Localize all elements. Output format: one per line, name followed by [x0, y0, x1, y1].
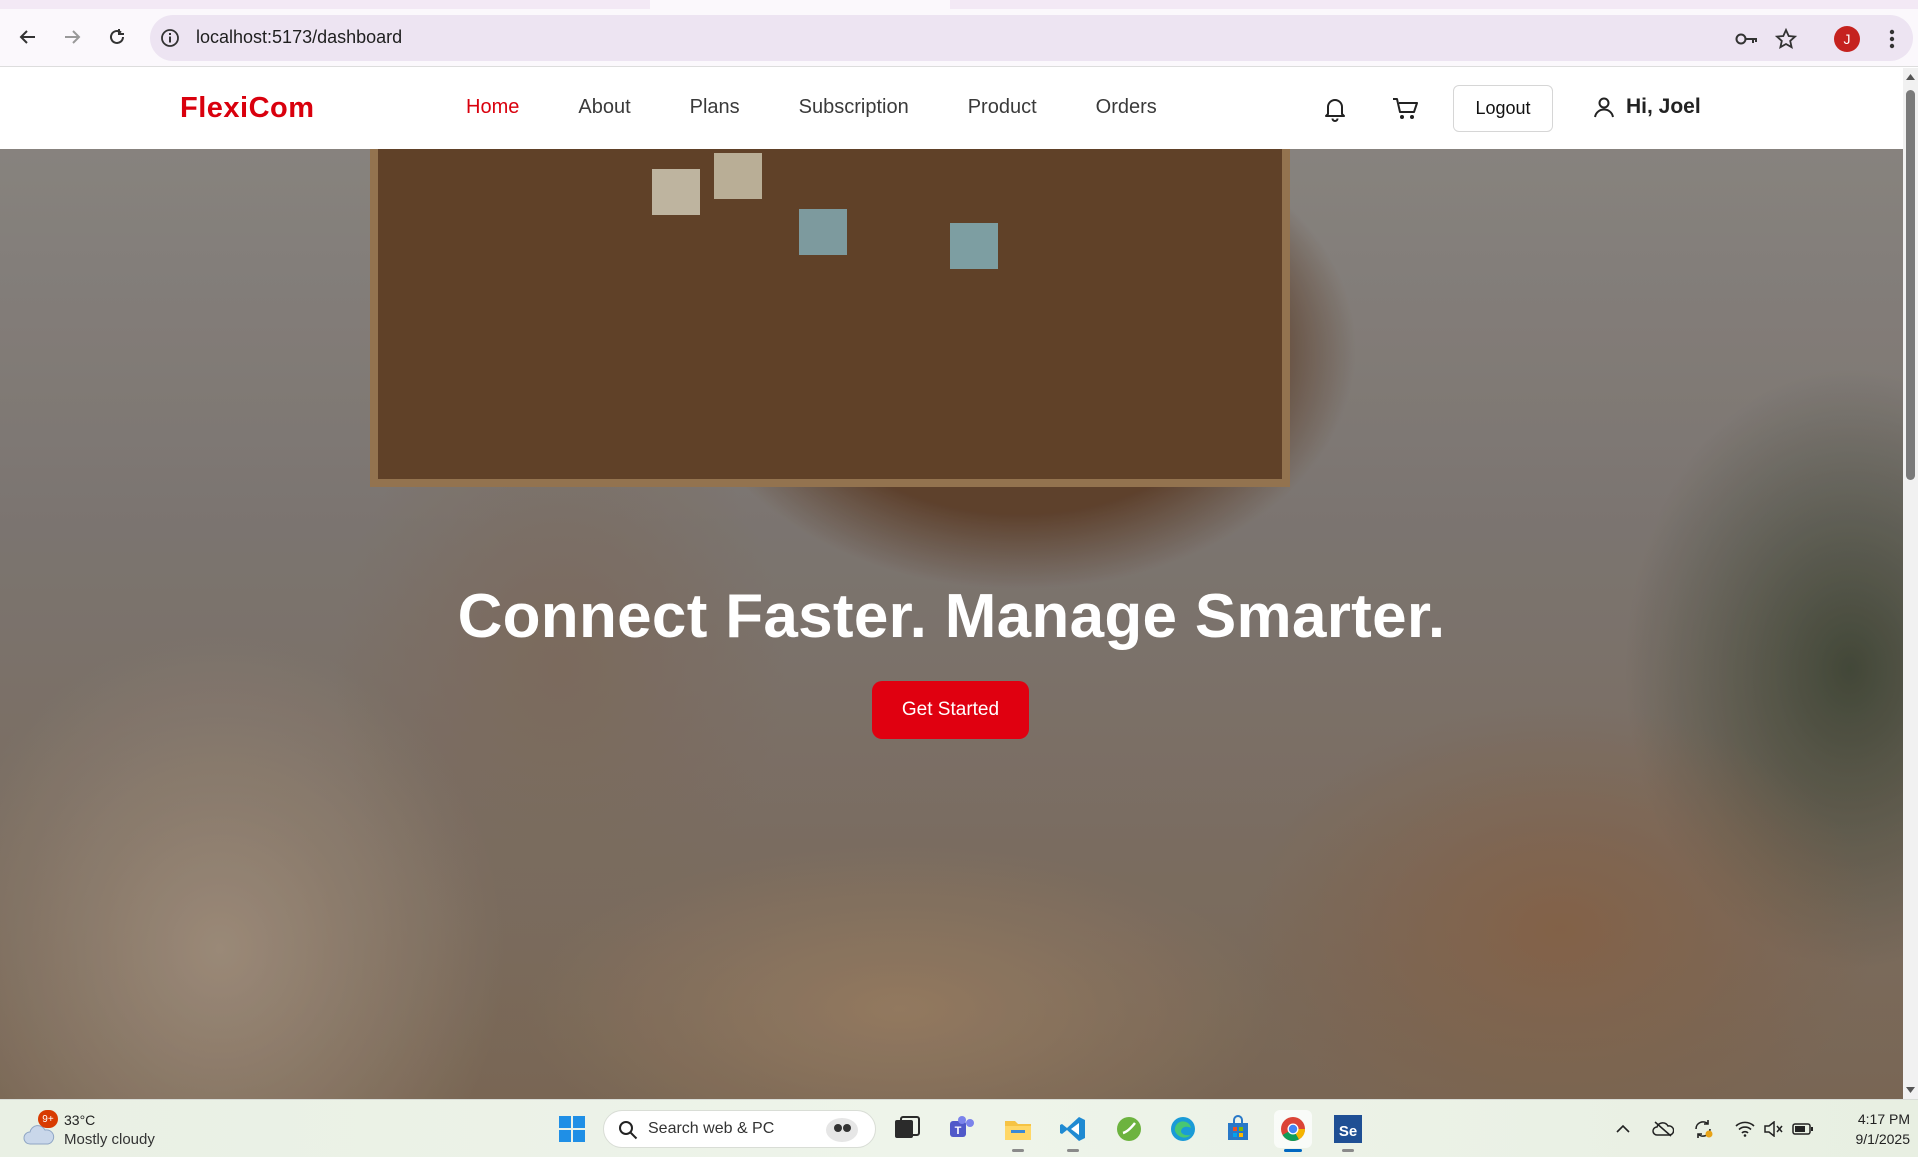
- bell-icon: [1325, 99, 1345, 122]
- spring-tool-button[interactable]: [1110, 1110, 1148, 1148]
- back-icon: [19, 30, 35, 44]
- get-started-button[interactable]: Get Started: [872, 681, 1029, 739]
- taskbar-clock[interactable]: 4:17 PM 9/1/2025: [1820, 1109, 1911, 1149]
- cart-icon: [1393, 98, 1418, 119]
- site-header: FlexiCom Home About Plans Subscription P…: [0, 68, 1903, 149]
- browser-tab-strip: [0, 0, 1918, 9]
- clock-date: 9/1/2025: [1855, 1131, 1911, 1147]
- edge-button[interactable]: [1164, 1110, 1202, 1148]
- svg-text:Se: Se: [1339, 1123, 1357, 1140]
- battery-icon: [1792, 1123, 1813, 1135]
- store-icon: [1228, 1115, 1248, 1140]
- onedrive-tray-button[interactable]: [1652, 1118, 1674, 1140]
- weather-temperature: 33°C: [64, 1112, 96, 1128]
- browser-menu-button[interactable]: [1880, 23, 1904, 55]
- site-info-icon[interactable]: [160, 28, 180, 48]
- sync-tray-button[interactable]: [1692, 1118, 1714, 1140]
- password-key-icon: [1735, 33, 1757, 45]
- volume-tray-button[interactable]: [1762, 1118, 1784, 1140]
- page-scrollbar[interactable]: [1903, 68, 1918, 1099]
- search-placeholder: Search web & PC: [648, 1120, 775, 1137]
- nav-subscription[interactable]: Subscription: [799, 96, 909, 119]
- back-button[interactable]: [12, 21, 44, 53]
- nav-about[interactable]: About: [578, 96, 630, 119]
- main-nav: Home About Plans Subscription Product Or…: [466, 96, 1216, 119]
- notifications-button[interactable]: [1320, 94, 1350, 124]
- svg-text:T: T: [955, 1125, 962, 1137]
- greeting-text: Hi, Joel: [1626, 95, 1701, 118]
- battery-tray-button[interactable]: [1792, 1118, 1814, 1140]
- weather-condition: Mostly cloudy: [64, 1131, 155, 1148]
- chrome-icon: [1281, 1117, 1305, 1142]
- teams-icon: T: [950, 1116, 974, 1137]
- running-indicator: [1284, 1149, 1302, 1152]
- weather-badge: 9+: [38, 1110, 58, 1128]
- cart-button[interactable]: [1390, 94, 1420, 124]
- password-key-button[interactable]: [1735, 27, 1759, 51]
- running-indicator: [1067, 1149, 1079, 1152]
- chevron-up-icon: [1616, 1124, 1630, 1133]
- brand-logo[interactable]: FlexiCom: [180, 92, 315, 125]
- tab-divider: [520, 0, 650, 9]
- forward-button[interactable]: [56, 21, 88, 53]
- hero-section: Connect Faster. Manage Smarter. Get Star…: [0, 149, 1903, 1099]
- task-view-icon: [895, 1116, 920, 1138]
- windows-start-icon: [559, 1116, 585, 1142]
- scroll-down-icon[interactable]: [1905, 1085, 1916, 1095]
- bookmark-button[interactable]: [1774, 27, 1798, 51]
- address-bar[interactable]: localhost:5173/dashboard: [150, 15, 1913, 61]
- weather-widget[interactable]: 9+ 33°C Mostly cloudy: [22, 1110, 192, 1150]
- bookmark-star-icon: [1775, 28, 1797, 49]
- spring-tool-icon: [1117, 1117, 1141, 1141]
- selenium-icon: Se: [1334, 1115, 1362, 1143]
- user-icon: [1594, 97, 1614, 118]
- taskbar-search[interactable]: Search web & PC: [603, 1110, 876, 1148]
- edge-icon: [1171, 1117, 1195, 1141]
- volume-muted-icon: [1764, 1121, 1783, 1137]
- forward-icon: [65, 30, 81, 44]
- running-indicator: [1012, 1149, 1024, 1152]
- file-explorer-button[interactable]: [999, 1110, 1037, 1152]
- menu-kebab-icon: [1889, 29, 1895, 49]
- wifi-icon: [1735, 1121, 1755, 1137]
- show-hidden-icons-button[interactable]: [1612, 1118, 1634, 1140]
- nav-home[interactable]: Home: [466, 96, 519, 119]
- browser-toolbar: localhost:5173/dashboard J: [0, 9, 1918, 67]
- teams-button[interactable]: T: [944, 1110, 982, 1148]
- cloud-offline-icon: [1652, 1121, 1674, 1137]
- vscode-icon: [1060, 1117, 1085, 1141]
- address-url[interactable]: localhost:5173/dashboard: [196, 27, 402, 48]
- windows-taskbar: 9+ 33°C Mostly cloudy Search web & PC T: [0, 1099, 1918, 1157]
- scroll-up-icon[interactable]: [1905, 72, 1916, 82]
- reload-icon: [110, 29, 124, 44]
- profile-avatar[interactable]: J: [1834, 26, 1860, 52]
- nav-product[interactable]: Product: [968, 96, 1037, 119]
- user-greeting[interactable]: Hi, Joel: [1592, 95, 1701, 119]
- chrome-button[interactable]: [1274, 1110, 1312, 1152]
- hero-title: Connect Faster. Manage Smarter.: [457, 582, 1446, 651]
- search-icon: [619, 1121, 638, 1140]
- scroll-thumb[interactable]: [1906, 90, 1915, 480]
- store-button[interactable]: [1219, 1110, 1257, 1148]
- nav-plans[interactable]: Plans: [690, 96, 740, 119]
- task-view-button[interactable]: [888, 1110, 926, 1148]
- search-highlight-icon: [826, 1118, 858, 1142]
- reload-button[interactable]: [101, 21, 133, 53]
- wifi-tray-button[interactable]: [1734, 1118, 1756, 1140]
- start-button[interactable]: [553, 1110, 591, 1148]
- selenium-button[interactable]: Se: [1329, 1110, 1367, 1152]
- active-tab[interactable]: [650, 0, 950, 9]
- logout-button[interactable]: Logout: [1453, 85, 1553, 132]
- clock-time: 4:17 PM: [1857, 1111, 1910, 1127]
- sync-icon: [1695, 1120, 1713, 1138]
- file-explorer-icon: [1005, 1121, 1031, 1140]
- vscode-button[interactable]: [1054, 1110, 1092, 1152]
- running-indicator: [1342, 1149, 1354, 1152]
- nav-orders[interactable]: Orders: [1096, 96, 1157, 119]
